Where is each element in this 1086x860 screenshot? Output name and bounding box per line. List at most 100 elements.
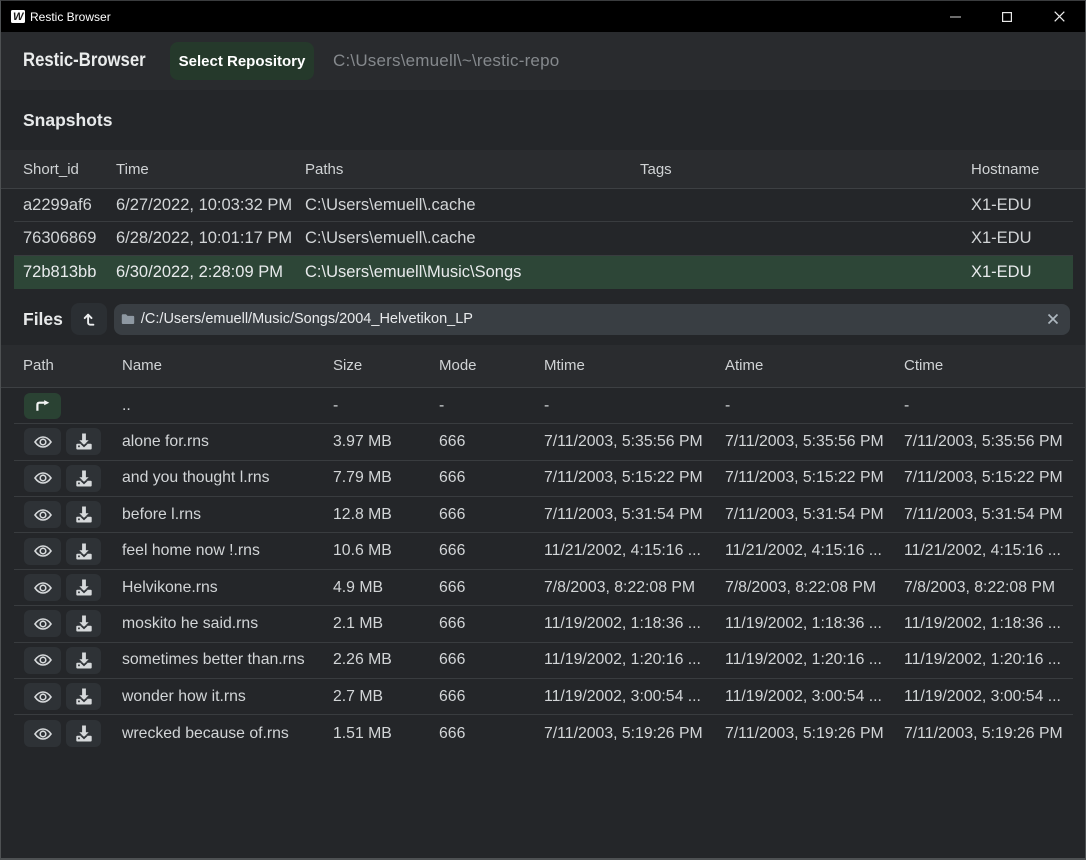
file-size: 2.1 MB [324, 615, 430, 633]
download-file-button[interactable] [66, 538, 101, 565]
file-row[interactable]: before l.rns 12.8 MB 666 7/11/2003, 5:31… [14, 497, 1073, 533]
files-col-mode: Mode [430, 357, 535, 374]
download-file-button[interactable] [66, 501, 101, 528]
file-mtime: 7/11/2003, 5:35:56 PM [535, 433, 716, 451]
snapshots-col-hostname: Hostname [962, 161, 1073, 178]
file-row[interactable]: and you thought l.rns 7.79 MB 666 7/11/2… [14, 461, 1073, 497]
snapshot-hostname: X1-EDU [962, 196, 1073, 215]
file-row[interactable]: feel home now !.rns 10.6 MB 666 11/21/20… [14, 533, 1073, 569]
preview-file-button[interactable] [24, 610, 61, 637]
snapshots-table-body: a2299af6 6/27/2022, 10:03:32 PM C:\Users… [1, 189, 1085, 289]
minimize-button[interactable] [929, 1, 981, 32]
file-size: 2.26 MB [324, 651, 430, 669]
file-ctime: 7/11/2003, 5:15:22 PM [895, 469, 1073, 487]
file-atime: 7/11/2003, 5:31:54 PM [716, 506, 895, 524]
snapshots-table-header: Short_id Time Paths Tags Hostname [1, 150, 1085, 189]
file-size: 3.97 MB [324, 433, 430, 451]
files-table-body: .. - - - - - alone for.rns 3.97 MB 666 7… [1, 388, 1085, 752]
files-title: Files [23, 309, 63, 330]
file-atime: 7/11/2003, 5:19:26 PM [716, 725, 895, 743]
file-ctime: 7/11/2003, 5:35:56 PM [895, 433, 1073, 451]
download-file-button[interactable] [66, 428, 101, 455]
snapshot-row[interactable]: 76306869 6/28/2022, 10:01:17 PM C:\Users… [14, 222, 1073, 255]
files-col-path: Path [14, 357, 113, 374]
file-atime: 7/8/2003, 8:22:08 PM [716, 579, 895, 597]
download-icon [75, 615, 93, 632]
preview-file-button[interactable] [24, 574, 61, 601]
eye-icon [34, 472, 52, 484]
file-row[interactable]: moskito he said.rns 2.1 MB 666 11/19/200… [14, 606, 1073, 642]
maximize-button[interactable] [981, 1, 1033, 32]
file-name: .. [113, 397, 324, 415]
preview-file-button[interactable] [24, 647, 61, 674]
file-row[interactable]: wrecked because of.rns 1.51 MB 666 7/11/… [14, 715, 1073, 751]
file-row[interactable]: Helvikone.rns 4.9 MB 666 7/8/2003, 8:22:… [14, 570, 1073, 606]
file-mtime: 11/19/2002, 1:18:36 ... [535, 615, 716, 633]
eye-icon [34, 691, 52, 703]
snapshot-time: 6/30/2022, 2:28:09 PM [107, 263, 296, 282]
snapshots-title: Snapshots [23, 110, 112, 131]
set-root-button[interactable] [71, 303, 107, 335]
files-col-name: Name [113, 357, 324, 374]
file-name: alone for.rns [113, 433, 324, 451]
files-table-header: Path Name Size Mode Mtime Atime Ctime [1, 345, 1085, 388]
corner-left-up-icon [81, 312, 96, 327]
parent-dir-row[interactable]: .. - - - - - [14, 388, 1073, 424]
download-icon [75, 470, 93, 487]
preview-file-button[interactable] [24, 501, 61, 528]
file-mode: 666 [430, 506, 535, 524]
file-row[interactable]: sometimes better than.rns 2.26 MB 666 11… [14, 643, 1073, 679]
snapshot-row-selected[interactable]: 72b813bb 6/30/2022, 2:28:09 PM C:\Users\… [14, 256, 1073, 289]
file-mtime: 11/19/2002, 1:20:16 ... [535, 651, 716, 669]
repository-path: C:\Users\emuell\~\restic-repo [333, 51, 559, 71]
file-name: and you thought l.rns [113, 469, 324, 487]
select-repository-button[interactable]: Select Repository [170, 42, 314, 80]
file-name: feel home now !.rns [113, 542, 324, 560]
snapshot-paths: C:\Users\emuell\.cache [296, 229, 631, 248]
snapshot-paths: C:\Users\emuell\Music\Songs [296, 263, 631, 282]
wails-app-icon: W [11, 10, 25, 23]
app-window: W Restic Browser Restic-Browser Select R… [0, 0, 1086, 860]
download-icon [75, 506, 93, 523]
clear-path-button[interactable] [1047, 313, 1059, 325]
snapshot-time: 6/28/2022, 10:01:17 PM [107, 229, 296, 248]
eye-icon [34, 436, 52, 448]
file-size: - [324, 397, 430, 415]
snapshots-col-paths: Paths [296, 161, 631, 178]
snapshot-short-id: a2299af6 [14, 196, 107, 215]
preview-file-button[interactable] [24, 720, 61, 747]
snapshot-hostname: X1-EDU [962, 229, 1073, 248]
download-file-button[interactable] [66, 683, 101, 710]
download-file-button[interactable] [66, 647, 101, 674]
preview-file-button[interactable] [24, 538, 61, 565]
file-size: 2.7 MB [324, 688, 430, 706]
snapshot-row[interactable]: a2299af6 6/27/2022, 10:03:32 PM C:\Users… [14, 189, 1073, 222]
files-col-size: Size [324, 357, 430, 374]
go-parent-button[interactable] [24, 393, 61, 419]
download-file-button[interactable] [66, 574, 101, 601]
window-controls [929, 1, 1085, 32]
file-mtime: 7/8/2003, 8:22:08 PM [535, 579, 716, 597]
download-file-button[interactable] [66, 610, 101, 637]
download-file-button[interactable] [66, 720, 101, 747]
file-size: 7.79 MB [324, 469, 430, 487]
snapshot-hostname: X1-EDU [962, 263, 1073, 282]
file-size: 12.8 MB [324, 506, 430, 524]
snapshot-paths: C:\Users\emuell\.cache [296, 196, 631, 215]
file-mode: 666 [430, 688, 535, 706]
download-file-button[interactable] [66, 465, 101, 492]
file-mode: 666 [430, 469, 535, 487]
preview-file-button[interactable] [24, 465, 61, 492]
preview-file-button[interactable] [24, 428, 61, 455]
window-title: Restic Browser [30, 10, 111, 24]
file-mode: 666 [430, 651, 535, 669]
preview-file-button[interactable] [24, 683, 61, 710]
file-ctime: 11/19/2002, 1:20:16 ... [895, 651, 1073, 669]
app-header: Restic-Browser Select Repository C:\User… [1, 32, 1085, 90]
corner-up-right-icon [36, 400, 50, 411]
file-row[interactable]: alone for.rns 3.97 MB 666 7/11/2003, 5:3… [14, 424, 1073, 460]
close-button[interactable] [1033, 1, 1085, 32]
file-row[interactable]: wonder how it.rns 2.7 MB 666 11/19/2002,… [14, 679, 1073, 715]
download-icon [75, 543, 93, 560]
file-name: before l.rns [113, 506, 324, 524]
